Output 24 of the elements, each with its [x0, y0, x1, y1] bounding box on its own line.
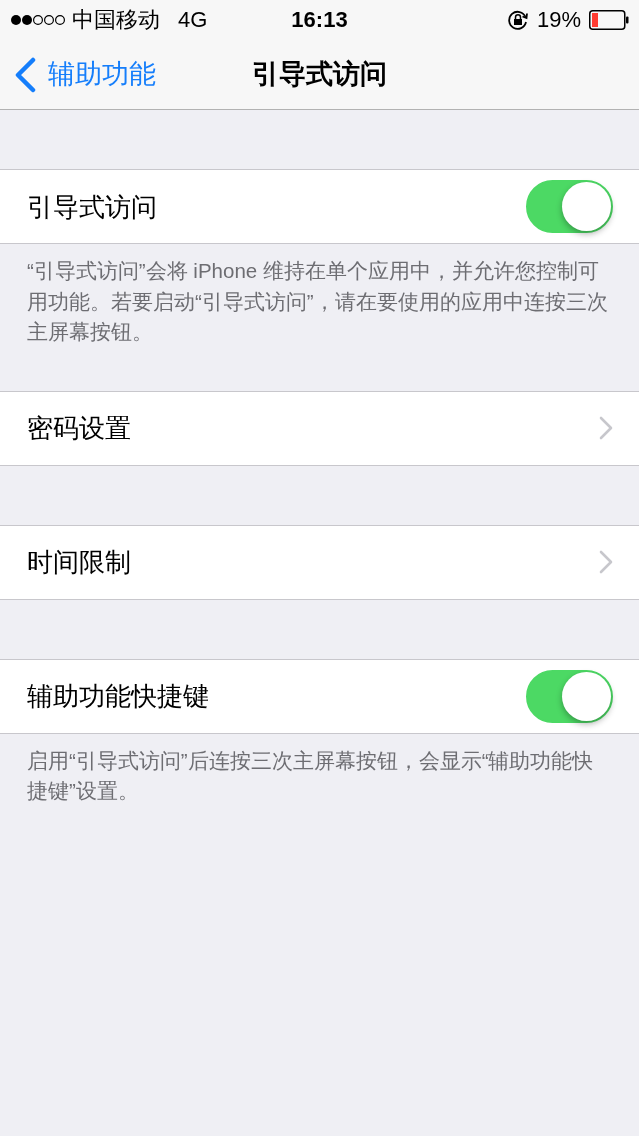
toggle-switch[interactable]	[526, 669, 613, 723]
settings-row[interactable]: 引导式访问	[0, 169, 639, 244]
row-label: 引导式访问	[27, 193, 157, 220]
network-type: 4G	[178, 9, 208, 31]
battery-icon	[589, 10, 629, 30]
rotation-lock-icon	[506, 9, 529, 31]
back-button[interactable]: 辅助功能	[0, 56, 156, 93]
settings-row[interactable]: 辅助功能快捷键	[0, 658, 639, 734]
chevron-right-icon	[599, 416, 613, 440]
row-label: 时间限制	[27, 549, 131, 575]
battery-percent: 19%	[536, 9, 581, 31]
carrier-name: 中国移动	[72, 9, 160, 31]
toggle-switch[interactable]	[526, 180, 613, 233]
status-time: 16:13	[291, 9, 348, 31]
back-chevron-icon	[14, 56, 36, 93]
row-label: 辅助功能快捷键	[27, 683, 209, 709]
settings-row[interactable]: 密码设置	[0, 390, 639, 466]
section-footer-text: 启用“引导式访问”后连按三次主屏幕按钮，会显示“辅助功能快捷键”设置。	[26, 747, 595, 804]
section-footer-text: “引导式访问”会将 iPhone 维持在单个应用中，并允许您控制可用功能。若要启动“引导式访问”，请在要使用的应用中连按三次主屏幕按钮。	[26, 258, 609, 345]
settings-row[interactable]: 时间限制	[0, 524, 639, 600]
signal-strength-icon	[10, 14, 66, 26]
chevron-right-icon	[599, 550, 613, 574]
row-label: 密码设置	[27, 415, 131, 441]
nav-title: 引导式访问	[252, 61, 387, 88]
